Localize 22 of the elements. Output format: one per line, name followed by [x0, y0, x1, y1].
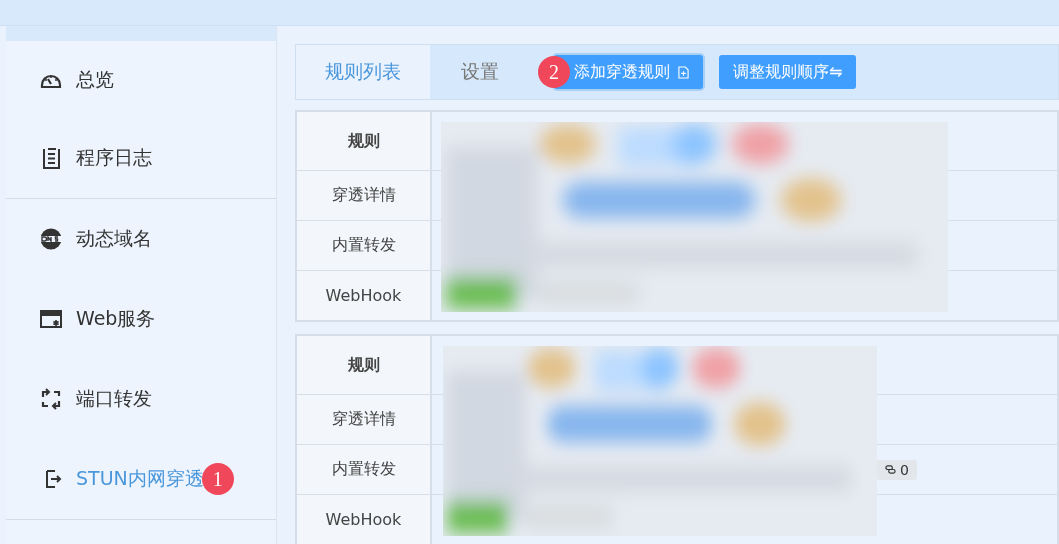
- row-label: 内置转发: [297, 221, 432, 270]
- web-icon: [39, 307, 63, 331]
- tab[interactable]: 设置: [430, 45, 530, 99]
- sidebar-item[interactable]: 动态域名: [6, 199, 276, 279]
- row-label: WebHook: [297, 495, 432, 544]
- link-count-tag: 0: [877, 459, 917, 480]
- row-label: 穿透详情: [297, 395, 432, 444]
- sidebar-item[interactable]: 端口转发: [6, 359, 276, 439]
- row-label: 规则: [297, 112, 432, 170]
- link-icon: [885, 464, 896, 475]
- sidebar-item[interactable]: Web服务: [6, 279, 276, 359]
- file-plus-icon: [678, 65, 689, 79]
- row-label: WebHook: [297, 271, 432, 320]
- row-label: 内置转发: [297, 445, 432, 494]
- step-badge: 2: [538, 56, 570, 88]
- cycle-icon: [39, 387, 63, 411]
- row-label: 穿透详情: [297, 171, 432, 220]
- row-label: 规则: [297, 336, 432, 394]
- dns-icon: [39, 227, 63, 251]
- sidebar-item[interactable]: STUN内网穿透 1: [6, 439, 276, 519]
- sidebar-item[interactable]: 总览: [6, 41, 276, 118]
- sidebar-item[interactable]: 程序日志: [6, 118, 276, 198]
